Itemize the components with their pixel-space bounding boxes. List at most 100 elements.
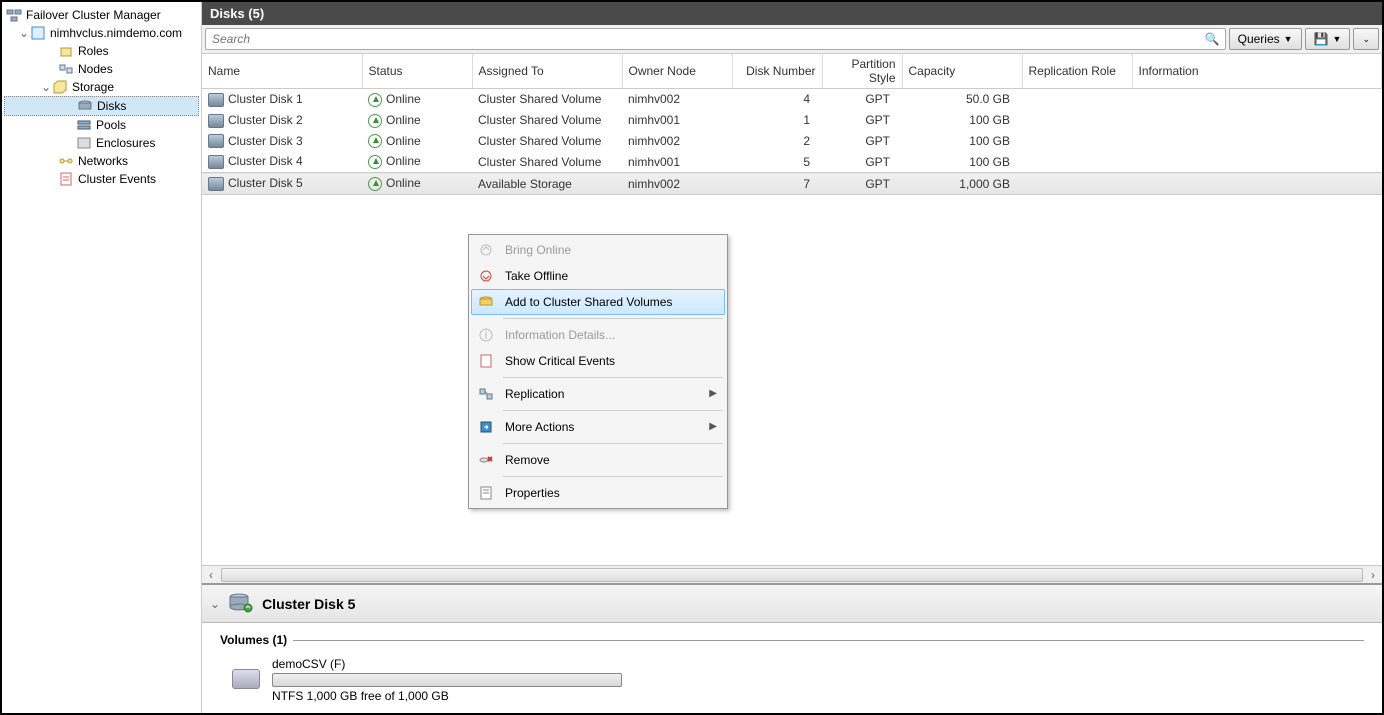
cell-disknum: 5 — [732, 151, 822, 172]
queries-button[interactable]: Queries ▼ — [1229, 28, 1302, 50]
cell-disknum: 7 — [732, 173, 822, 195]
table-row[interactable]: Cluster Disk 5OnlineAvailable Storagenim… — [202, 173, 1382, 195]
cell-partition: GPT — [822, 89, 902, 110]
cell-partition: GPT — [822, 131, 902, 152]
cell-assigned: Available Storage — [472, 173, 622, 195]
menu-properties[interactable]: Properties — [471, 480, 725, 506]
volume-icon — [232, 669, 260, 689]
tree-networks[interactable]: Networks — [4, 152, 199, 170]
tree-roles[interactable]: Roles — [4, 42, 199, 60]
properties-icon — [475, 484, 497, 502]
col-partition[interactable]: Partition Style — [822, 54, 902, 89]
tree-root[interactable]: Failover Cluster Manager — [4, 6, 199, 24]
cell-replication — [1022, 110, 1132, 131]
menu-replication[interactable]: Replication ▶ — [471, 381, 725, 407]
main-panel: Disks (5) 🔍 Queries ▼ 💾 ▼ ⌄ — [202, 2, 1382, 713]
tree-enclosures-label: Enclosures — [96, 136, 155, 150]
volume-info: demoCSV (F) NTFS 1,000 GB free of 1,000 … — [272, 657, 622, 703]
table-row[interactable]: Cluster Disk 3OnlineCluster Shared Volum… — [202, 131, 1382, 152]
col-assigned[interactable]: Assigned To — [472, 54, 622, 89]
collapse-icon[interactable]: ⌄ — [210, 597, 220, 611]
disk-grid-container: Name Status Assigned To Owner Node Disk … — [202, 54, 1382, 565]
volumes-section: Volumes (1) — [220, 633, 1364, 647]
menu-remove[interactable]: Remove — [471, 447, 725, 473]
cell-assigned: Cluster Shared Volume — [472, 110, 622, 131]
disk-icon — [208, 155, 224, 169]
search-icon[interactable]: 🔍 — [1205, 32, 1220, 46]
tree-disks[interactable]: Disks — [4, 96, 199, 116]
table-row[interactable]: Cluster Disk 1OnlineCluster Shared Volum… — [202, 89, 1382, 110]
cell-info — [1132, 151, 1382, 172]
menu-take-offline[interactable]: Take Offline — [471, 263, 725, 289]
events-icon — [58, 171, 74, 187]
remove-icon — [475, 451, 497, 469]
tree-storage[interactable]: ⌄ Storage — [4, 78, 199, 96]
cell-capacity: 100 GB — [902, 110, 1022, 131]
cell-info — [1132, 173, 1382, 195]
table-row[interactable]: Cluster Disk 4OnlineCluster Shared Volum… — [202, 151, 1382, 172]
menu-separator — [503, 410, 723, 411]
cell-owner: nimhv001 — [622, 151, 732, 172]
menu-take-offline-label: Take Offline — [505, 269, 568, 283]
disk-grid: Name Status Assigned To Owner Node Disk … — [202, 54, 1382, 195]
scroll-right-icon[interactable]: › — [1364, 568, 1382, 582]
tree-pools[interactable]: Pools — [4, 116, 199, 134]
col-name[interactable]: Name — [202, 54, 362, 89]
cluster-manager-icon — [6, 7, 22, 23]
menu-show-critical[interactable]: Show Critical Events — [471, 348, 725, 374]
cell-capacity: 1,000 GB — [902, 173, 1022, 195]
cell-info — [1132, 131, 1382, 152]
cell-owner: nimhv002 — [622, 173, 732, 195]
cell-name: Cluster Disk 4 — [202, 151, 362, 172]
cell-partition: GPT — [822, 173, 902, 195]
tree-disks-label: Disks — [97, 99, 126, 113]
cell-info — [1132, 110, 1382, 131]
tree-enclosures[interactable]: Enclosures — [4, 134, 199, 152]
tree-events[interactable]: Cluster Events — [4, 170, 199, 188]
menu-info-details[interactable]: i Information Details... — [471, 322, 725, 348]
scroll-left-icon[interactable]: ‹ — [202, 568, 220, 582]
col-replication[interactable]: Replication Role — [1022, 54, 1132, 89]
tree-cluster[interactable]: ⌄ nimhvclus.nimdemo.com — [4, 24, 199, 42]
caret-down-icon: ▼ — [1333, 34, 1342, 44]
tree-root-label: Failover Cluster Manager — [26, 8, 161, 22]
menu-add-csv[interactable]: Add to Cluster Shared Volumes — [471, 289, 725, 315]
volume-item[interactable]: demoCSV (F) NTFS 1,000 GB free of 1,000 … — [232, 657, 1364, 703]
menu-add-csv-label: Add to Cluster Shared Volumes — [505, 295, 672, 309]
col-disknum[interactable]: Disk Number — [732, 54, 822, 89]
menu-show-critical-label: Show Critical Events — [505, 354, 615, 368]
disk-icon — [208, 134, 224, 148]
dropdown-button[interactable]: ⌄ — [1353, 28, 1379, 50]
expander-icon[interactable]: ⌄ — [40, 80, 52, 94]
col-owner[interactable]: Owner Node — [622, 54, 732, 89]
menu-bring-online[interactable]: Bring Online — [471, 237, 725, 263]
horizontal-scrollbar[interactable]: ‹ › — [202, 565, 1382, 583]
cell-status: Online — [362, 173, 472, 195]
scroll-thumb[interactable] — [221, 568, 1363, 582]
menu-more-actions[interactable]: More Actions ▶ — [471, 414, 725, 440]
search-input[interactable] — [205, 28, 1226, 50]
disk-icon — [208, 114, 224, 128]
cell-replication — [1022, 173, 1132, 195]
tree-networks-label: Networks — [78, 154, 128, 168]
col-capacity[interactable]: Capacity — [902, 54, 1022, 89]
cell-info — [1132, 89, 1382, 110]
tree-nodes[interactable]: Nodes — [4, 60, 199, 78]
enclosures-icon — [76, 135, 92, 151]
col-status[interactable]: Status — [362, 54, 472, 89]
table-row[interactable]: Cluster Disk 2OnlineCluster Shared Volum… — [202, 110, 1382, 131]
cell-replication — [1022, 151, 1132, 172]
cell-capacity: 100 GB — [902, 151, 1022, 172]
save-icon: 💾 — [1314, 32, 1329, 46]
details-title: Cluster Disk 5 — [262, 596, 355, 612]
add-csv-icon — [475, 293, 497, 311]
navigation-tree: Failover Cluster Manager ⌄ nimhvclus.nim… — [2, 2, 202, 713]
tree-cluster-label: nimhvclus.nimdemo.com — [50, 26, 182, 40]
expander-icon[interactable]: ⌄ — [18, 26, 30, 40]
cell-owner: nimhv002 — [622, 131, 732, 152]
volume-usage-bar — [272, 673, 622, 687]
divider — [293, 640, 1364, 641]
online-icon — [368, 114, 382, 128]
col-info[interactable]: Information — [1132, 54, 1382, 89]
save-button[interactable]: 💾 ▼ — [1305, 28, 1351, 50]
